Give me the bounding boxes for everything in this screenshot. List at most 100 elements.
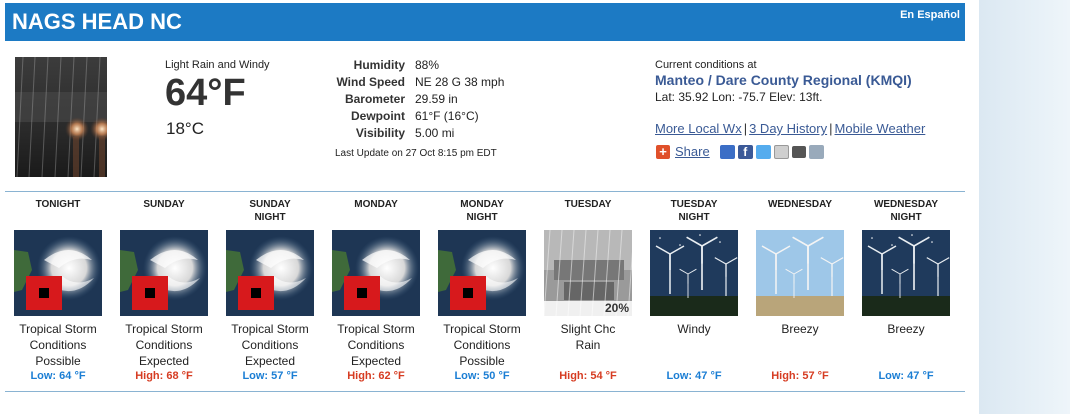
mobile-weather-link[interactable]: Mobile Weather [835,121,926,136]
forecast-description: Breezy [853,321,959,369]
forecast-period-name: TUESDAY NIGHT [641,198,747,230]
forecast-description-line: Conditions [241,338,299,352]
forecast-description-line [747,353,853,369]
forecast-description: Tropical Storm Conditions Possible [429,321,535,369]
station-info: Current conditions at Manteo / Dare Coun… [655,59,912,104]
share-link[interactable]: Share [675,144,710,159]
period-name-line1: TONIGHT [35,199,81,210]
forecast-low-temp: Low: 47 °F [878,370,934,382]
share-bar: + Share f [656,144,827,159]
current-details-table: Humidity 88% Wind Speed NE 28 G 38 mph Bar… [333,58,504,143]
section-divider [5,191,965,192]
current-conditions-image [15,57,107,177]
forecast-period: TONIGHT Tropical Storm Conditions Possible… [5,198,111,383]
detail-row-barometer: Barometer 29.59 in [333,92,504,109]
forecast-description-line [641,353,747,369]
period-name-line2: NIGHT [254,212,286,223]
forecast-period: MONDAY Tropical Storm Conditions Expected H… [323,198,429,383]
forecast-description-line [853,337,959,353]
forecast-description-line [747,337,853,353]
forecast-description-line [853,353,959,369]
forecast-description-line: Possible [459,354,505,368]
forecast-high-temp: High: 57 °F [771,370,829,382]
share-plus-icon[interactable]: + [656,144,670,159]
forecast-high-temp: High: 54 °F [559,370,617,382]
forecast-description-line: Expected [138,354,190,368]
three-day-history-link[interactable]: 3 Day History [749,121,827,136]
forecast-description-line: Conditions [347,338,405,352]
forecast-description-line: Slight Chc [560,322,616,336]
period-name-line2: NIGHT [678,212,710,223]
detail-label: Humidity [353,58,405,72]
period-name-line1: MONDAY [354,199,398,210]
detail-label: Wind Speed [336,75,405,89]
tropical-storm-icon [332,230,420,316]
delicious-icon[interactable] [719,144,735,159]
station-name-link[interactable]: Manteo / Dare County Regional (KMQI) [655,72,912,88]
current-condition-text: Light Rain and Windy [165,59,270,71]
rss-icon[interactable] [808,144,824,159]
forecast-description-line: Windy [677,322,711,336]
forecast-low-temp: Low: 64 °F [30,370,86,382]
tropical-storm-icon [14,230,102,316]
period-name-line2: NIGHT [890,212,922,223]
rain-icon: 20% [544,230,632,316]
period-name-line1: SUNDAY [249,199,291,210]
period-name-line1: WEDNESDAY [873,199,939,210]
forecast-description: Tropical Storm Conditions Expected [217,321,323,369]
forecast-period: WEDNESDAY Breezy High: 57 °F [747,198,853,383]
period-name-line1: SUNDAY [143,199,185,210]
forecast-period: MONDAY NIGHT Tropical Storm Conditions Poss… [429,198,535,383]
forecast-period: WEDNESDAY NIGHT Breezy Low: 47 °F [853,198,959,383]
forecast-high-temp: High: 68 °F [135,370,193,382]
station-links: More Local Wx | 3 Day History | Mobile Weath… [655,121,925,136]
detail-label: Visibility [355,126,405,140]
windy-day-icon [756,230,844,316]
station-lead: Current conditions at [655,59,757,71]
detail-value: 88% [415,58,440,72]
email-icon[interactable] [773,144,789,159]
print-icon[interactable] [791,145,806,158]
forecast-description-line: Conditions [135,338,193,352]
location-header: NAGS HEAD NC En Español [5,3,965,41]
section-divider [5,391,965,392]
station-latlon: Lat: 35.92 Lon: -75.7 Elev: 13ft. [655,90,823,104]
forecast-description: Breezy [747,321,853,369]
forecast-description-line [535,353,641,369]
detail-value: 61°F (16°C) [415,109,479,123]
forecast-description-line: Tropical Storm [125,322,203,336]
tropical-storm-icon [226,230,314,316]
forecast-period-name: MONDAY [323,198,429,230]
twitter-icon[interactable] [755,144,771,159]
forecast-description-line: Conditions [453,338,511,352]
tropical-storm-icon [120,230,208,316]
forecast-period-name: SUNDAY NIGHT [217,198,323,230]
spanish-link[interactable]: En Español [900,9,960,21]
period-name-line1: WEDNESDAY [767,199,833,210]
detail-value: NE 28 G 38 mph [415,75,505,89]
detail-value: 5.00 mi [415,126,455,140]
precip-chance: 20% [544,301,632,316]
facebook-icon[interactable]: f [737,144,753,159]
detail-label: Barometer [344,92,405,106]
more-local-wx-link[interactable]: More Local Wx [655,121,742,136]
forecast-description-line: Breezy [887,322,925,336]
detail-value: 29.59 in [415,92,458,106]
forecast-description-line: Possible [35,354,81,368]
forecast-period-name: SUNDAY [111,198,217,230]
forecast-description-line: Conditions [29,338,87,352]
period-name-line1: TUESDAY [564,199,612,210]
windy-night-icon [862,230,950,316]
forecast-description-line: Expected [244,354,296,368]
forecast-period: TUESDAY 20% Slight Chc Rain High: 54 °F [535,198,641,383]
forecast-low-temp: Low: 47 °F [666,370,722,382]
forecast-description: Tropical Storm Conditions Expected [323,321,429,369]
forecast-description-line: Rain [575,338,601,352]
forecast-description-line: Tropical Storm [443,322,521,336]
period-name-line1: TUESDAY [670,199,718,210]
windy-night-icon [650,230,738,316]
detail-row-humidity: Humidity 88% [333,58,504,75]
forecast-period: TUESDAY NIGHT Windy Low: 47 °F [641,198,747,383]
forecast-description-line: Breezy [781,322,819,336]
right-sidebar-bg [979,0,1070,414]
